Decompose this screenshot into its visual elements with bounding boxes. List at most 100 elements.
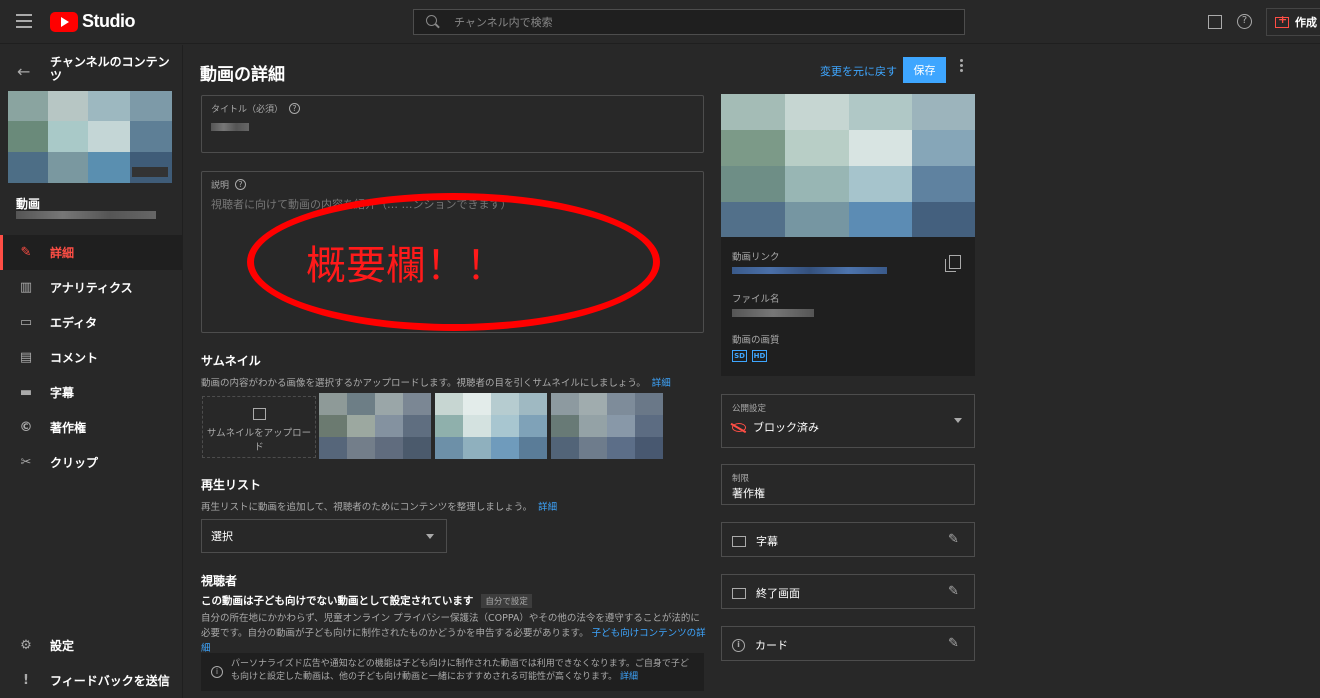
file-name-blurred — [732, 309, 814, 317]
copy-icon[interactable] — [945, 255, 961, 272]
revert-changes-button[interactable]: 変更を元に戻す — [820, 63, 897, 79]
thumbnail-section-title: サムネイル — [201, 354, 261, 368]
sidebar-item-label: アナリティクス — [50, 281, 133, 295]
sidebar-item-feedback[interactable]: ! フィードバックを送信 — [0, 663, 183, 698]
thumbnail-option-2[interactable] — [435, 393, 547, 459]
create-button[interactable]: 作成 — [1266, 8, 1320, 36]
sidebar-video-label: 動画 — [16, 197, 41, 211]
hd-badge: HD — [752, 350, 767, 362]
sidebar-item-clips[interactable]: ✂ クリップ — [0, 445, 183, 480]
pencil-icon: ✎ — [20, 244, 32, 260]
video-preview-card: 動画リンク ファイル名 動画の画質 SD HD — [721, 94, 975, 376]
pixelated-thumbnail — [435, 393, 547, 459]
sidebar-bottom-nav: ⚙ 設定 ! フィードバックを送信 — [0, 628, 183, 698]
end-screen-row-content: 終了画面 — [732, 585, 800, 601]
sidebar-video-thumbnail[interactable] — [8, 91, 172, 183]
search-input[interactable] — [454, 15, 934, 29]
more-options-icon[interactable] — [956, 59, 966, 74]
editor-icon: ▭ — [19, 314, 33, 330]
thumbnail-details-link[interactable]: 詳細 — [652, 378, 671, 389]
cards-row[interactable]: i カード ✎ — [721, 626, 975, 661]
thumbnail-desc-text: 動画の内容がわかる画像を選択するかアップロードします。視聴者の目を引くサムネイル… — [201, 378, 646, 389]
main-content: 動画の詳細 変更を元に戻す 保存 タイトル（必須） ? 説明 ? 視聴者に向けて… — [184, 45, 1320, 698]
create-label: 作成 — [1295, 16, 1317, 29]
eye-off-icon — [732, 422, 746, 432]
end-screen-row[interactable]: 終了画面 ✎ — [721, 574, 975, 609]
info-icon: i — [732, 638, 745, 652]
sidebar-item-subtitles[interactable]: ▬ 字幕 — [0, 375, 183, 410]
chevron-down-icon — [954, 418, 962, 423]
pixelated-thumbnail — [319, 393, 431, 459]
title-field[interactable]: タイトル（必須） ? — [201, 95, 704, 153]
sidebar-item-details[interactable]: ✎ 詳細 — [0, 235, 183, 270]
sidebar-item-analytics[interactable]: ▥ アナリティクス — [0, 270, 183, 305]
search-icon[interactable] — [426, 15, 440, 29]
subtitles-row[interactable]: 字幕 ✎ — [721, 522, 975, 557]
back-arrow-icon[interactable]: ← — [17, 62, 30, 81]
feedback-icon[interactable] — [1208, 15, 1222, 29]
logo-text: Studio — [82, 11, 136, 31]
cards-row-content: i カード — [732, 637, 788, 653]
thumbnail-option-1[interactable] — [319, 393, 431, 459]
sidebar-item-label: クリップ — [50, 456, 99, 470]
sidebar-item-copyright[interactable]: © 著作権 — [0, 410, 183, 445]
pixelated-video-preview — [721, 94, 975, 237]
file-name-label: ファイル名 — [732, 294, 780, 305]
pencil-icon[interactable]: ✎ — [948, 637, 962, 651]
youtube-logo-icon — [50, 11, 78, 32]
help-icon[interactable]: ? — [1237, 14, 1252, 29]
playlist-details-link[interactable]: 詳細 — [538, 502, 557, 513]
sd-badge: SD — [732, 350, 747, 362]
page-title: 動画の詳細 — [200, 65, 285, 85]
pencil-icon[interactable]: ✎ — [948, 585, 962, 599]
create-video-icon — [1275, 13, 1289, 28]
title-value-blurred — [211, 123, 249, 131]
channel-content-title: チャンネルのコンテンツ — [50, 55, 170, 83]
thumbnail-option-3[interactable] — [551, 393, 663, 459]
sidebar-item-label: エディタ — [50, 316, 98, 330]
audience-status-text: この動画は子ども向けでない動画として設定されています — [201, 595, 474, 607]
pixelated-thumbnail — [8, 91, 172, 183]
audience-section-title: 視聴者 — [201, 574, 238, 588]
image-upload-icon — [252, 408, 266, 420]
search-bar[interactable] — [413, 9, 965, 35]
sidebar-item-editor[interactable]: ▭ エディタ — [0, 305, 183, 340]
video-quality-label: 動画の画質 — [732, 335, 780, 346]
sidebar-item-label: 詳細 — [50, 246, 75, 260]
description-field-label: 説明 ? — [211, 178, 247, 191]
chevron-down-icon — [426, 534, 434, 539]
sidebar-nav: ✎ 詳細 ▥ アナリティクス ▭ エディタ ▤ コメント ▬ 字幕 © 著作権 … — [0, 235, 183, 480]
sidebar-item-label: フィードバックを送信 — [50, 674, 170, 688]
video-preview[interactable] — [721, 94, 975, 237]
save-button[interactable]: 保存 — [903, 57, 946, 83]
playlist-select[interactable]: 選択 — [201, 519, 447, 553]
playlist-section-desc: 再生リストに動画を追加して、視聴者のためにコンテンツを整理しましょう。 詳細 — [201, 499, 557, 513]
comment-icon: ▤ — [19, 349, 33, 365]
video-link-label: 動画リンク — [732, 252, 780, 263]
sidebar-item-label: 設定 — [50, 639, 75, 653]
help-icon[interactable]: ? — [235, 179, 247, 190]
restrictions-field[interactable]: 制限 著作権 — [721, 464, 975, 505]
subtitles-icon — [732, 535, 746, 547]
description-label-text: 説明 — [211, 181, 230, 191]
sidebar-video-title-blurred — [16, 211, 156, 219]
pixelated-thumbnail — [551, 393, 663, 459]
copyright-icon: © — [19, 419, 33, 435]
feedback-icon: ! — [23, 672, 29, 688]
annotation-text: 概要欄！！ — [306, 243, 506, 289]
sidebar-item-settings[interactable]: ⚙ 設定 — [0, 628, 183, 663]
end-screen-row-label: 終了画面 — [756, 587, 800, 600]
pencil-icon[interactable]: ✎ — [948, 533, 962, 547]
sidebar-item-comments[interactable]: ▤ コメント — [0, 340, 183, 375]
thumbnail-section-desc: 動画の内容がわかる画像を選択するかアップロードします。視聴者の目を引くサムネイル… — [201, 375, 671, 389]
studio-logo[interactable]: Studio — [50, 11, 136, 32]
upload-thumbnail-button[interactable]: サムネイルをアップロード — [202, 396, 316, 458]
audience-info-link[interactable]: 詳細 — [620, 672, 638, 682]
playlist-select-value: 選択 — [211, 530, 233, 543]
audience-info-box: i パーソナライズド広告や通知などの機能は子ども向けに制作された動画では利用でき… — [201, 653, 704, 691]
visibility-select[interactable]: 公開設定 ブロック済み — [721, 394, 975, 448]
help-icon[interactable]: ? — [289, 103, 301, 114]
video-link-blurred[interactable] — [732, 267, 887, 274]
audience-description: 自分の所在地にかかわらず、児童オンライン プライバシー保護法（COPPA）やその… — [201, 611, 706, 656]
menu-icon[interactable] — [16, 14, 32, 28]
